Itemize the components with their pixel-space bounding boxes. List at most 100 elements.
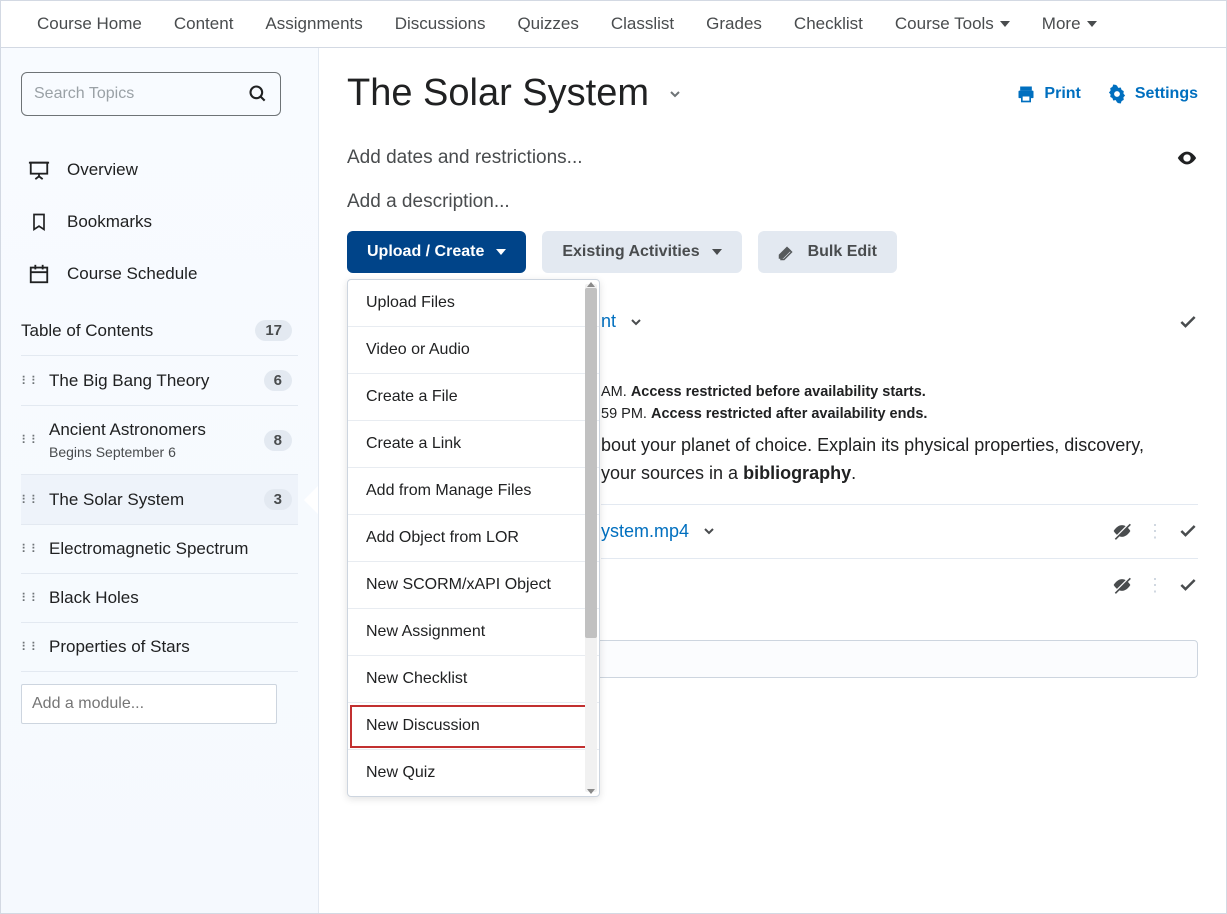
toc-header[interactable]: Table of Contents 17 — [21, 300, 298, 355]
chevron-down-icon — [496, 249, 506, 255]
nav-course-tools[interactable]: Course Tools — [879, 14, 1026, 34]
settings-button[interactable]: Settings — [1107, 84, 1198, 104]
nav-more[interactable]: More — [1026, 14, 1113, 34]
chevron-down-icon — [712, 249, 722, 255]
upload-create-dropdown: Upload Files Video or Audio Create a Fil… — [347, 279, 600, 797]
check-icon[interactable] — [1178, 575, 1198, 595]
nav-grades[interactable]: Grades — [690, 14, 778, 34]
action-button-row: Upload / Create Existing Activities Bulk… — [347, 231, 1198, 273]
toc-item-ancient-astronomers[interactable]: Ancient Astronomers Begins September 6 8 — [21, 405, 298, 474]
bulk-edit-button[interactable]: Bulk Edit — [758, 231, 897, 273]
content-item-link[interactable]: ystem.mp4 — [601, 521, 689, 542]
nav-checklist[interactable]: Checklist — [778, 14, 879, 34]
sidebar-overview[interactable]: Overview — [21, 144, 298, 196]
gear-icon — [1107, 84, 1127, 104]
dropdown-create-file[interactable]: Create a File — [348, 374, 599, 421]
toc-item-count: 8 — [264, 430, 292, 451]
content-item-assignment: nt AM. Access restricted before availabi… — [601, 295, 1198, 505]
presentation-icon — [27, 158, 51, 182]
chevron-down-icon — [1000, 21, 1010, 27]
toc-item-count: 6 — [264, 370, 292, 391]
toc-item-label: Ancient Astronomers Begins September 6 — [49, 420, 264, 460]
drag-handle-icon[interactable] — [21, 644, 39, 650]
drag-handle-icon[interactable] — [21, 437, 39, 443]
toc-item-em-spectrum[interactable]: Electromagnetic Spectrum — [21, 524, 298, 573]
toc-item-label: Electromagnetic Spectrum — [49, 539, 292, 559]
nav-classlist[interactable]: Classlist — [595, 14, 690, 34]
dropdown-video-audio[interactable]: Video or Audio — [348, 327, 599, 374]
content-item-link[interactable]: nt — [601, 311, 616, 332]
chevron-down-icon[interactable] — [701, 523, 717, 539]
dropdown-new-scorm[interactable]: New SCORM/xAPI Object — [348, 562, 599, 609]
dropdown-new-quiz[interactable]: New Quiz — [348, 750, 599, 796]
nav-quizzes[interactable]: Quizzes — [501, 14, 594, 34]
dropdown-add-lor[interactable]: Add Object from LOR — [348, 515, 599, 562]
sidebar: Overview Bookmarks Course Schedule Table… — [1, 48, 319, 913]
add-description-link[interactable]: Add a description... — [347, 191, 1198, 213]
chevron-down-icon[interactable] — [628, 314, 644, 330]
search-topics[interactable] — [21, 72, 281, 116]
calendar-icon — [27, 262, 51, 286]
dropdown-add-manage-files[interactable]: Add from Manage Files — [348, 468, 599, 515]
title-dropdown-toggle[interactable] — [667, 86, 683, 102]
more-options-icon[interactable]: ⋮ — [1146, 575, 1164, 596]
content-item-3: ⋮ — [601, 559, 1198, 612]
content-item-video: ystem.mp4 ⋮ — [601, 505, 1198, 559]
check-icon[interactable] — [1178, 521, 1198, 541]
toc-item-properties-of-stars[interactable]: Properties of Stars — [21, 622, 298, 672]
toc-item-label: Properties of Stars — [49, 637, 292, 657]
nav-assignments[interactable]: Assignments — [249, 14, 378, 34]
toc-count-badge: 17 — [255, 320, 292, 341]
dropdown-create-link[interactable]: Create a Link — [348, 421, 599, 468]
dropdown-new-discussion[interactable]: New Discussion — [348, 703, 599, 750]
sidebar-schedule-label: Course Schedule — [67, 264, 197, 284]
page-title: The Solar System — [347, 72, 649, 115]
toc-item-big-bang[interactable]: The Big Bang Theory 6 — [21, 355, 298, 405]
availability-start: AM. Access restricted before availabilit… — [601, 384, 1198, 400]
availability-end: 59 PM. Access restricted after availabil… — [601, 406, 1198, 422]
sidebar-bookmarks-label: Bookmarks — [67, 212, 152, 232]
add-dates-link[interactable]: Add dates and restrictions... — [347, 147, 1198, 169]
toc-item-black-holes[interactable]: Black Holes — [21, 573, 298, 622]
nav-course-home[interactable]: Course Home — [21, 14, 158, 34]
chevron-down-icon — [1087, 21, 1097, 27]
toc-item-subtext: Begins September 6 — [49, 444, 264, 460]
nav-discussions[interactable]: Discussions — [379, 14, 502, 34]
dropdown-new-checklist[interactable]: New Checklist — [348, 656, 599, 703]
dropdown-new-assignment[interactable]: New Assignment — [348, 609, 599, 656]
search-input[interactable] — [34, 85, 248, 103]
print-icon — [1016, 84, 1036, 104]
sidebar-schedule[interactable]: Course Schedule — [21, 248, 298, 300]
bookmark-icon — [27, 210, 51, 234]
drag-handle-icon[interactable] — [21, 497, 39, 503]
search-icon[interactable] — [248, 84, 268, 104]
more-options-icon[interactable]: ⋮ — [1146, 521, 1164, 542]
print-button[interactable]: Print — [1016, 84, 1080, 104]
existing-activities-button[interactable]: Existing Activities — [542, 231, 741, 273]
toc-item-count: 3 — [264, 489, 292, 510]
settings-label: Settings — [1135, 85, 1198, 103]
scroll-up-icon[interactable] — [587, 282, 595, 287]
toc-item-label: The Big Bang Theory — [49, 371, 264, 391]
toc-item-label: The Solar System — [49, 490, 264, 510]
nav-content[interactable]: Content — [158, 14, 250, 34]
dropdown-upload-files[interactable]: Upload Files — [348, 280, 599, 327]
drag-handle-icon[interactable] — [21, 378, 39, 384]
check-icon[interactable] — [1178, 312, 1198, 332]
upload-create-button[interactable]: Upload / Create — [347, 231, 526, 273]
main-content: The Solar System Print Settings — [319, 48, 1226, 913]
add-module-input[interactable] — [21, 684, 277, 724]
drag-handle-icon[interactable] — [21, 595, 39, 601]
toc-item-solar-system[interactable]: The Solar System 3 — [21, 474, 298, 524]
scrollbar-thumb[interactable] — [585, 288, 597, 638]
hidden-icon[interactable] — [1112, 575, 1132, 595]
scrollbar[interactable] — [585, 284, 597, 792]
top-navbar: Course Home Content Assignments Discussi… — [1, 1, 1226, 48]
edit-icon — [778, 243, 796, 261]
drag-handle-icon[interactable] — [21, 546, 39, 552]
hidden-icon[interactable] — [1112, 521, 1132, 541]
sidebar-bookmarks[interactable]: Bookmarks — [21, 196, 298, 248]
toc-item-label: Black Holes — [49, 588, 292, 608]
scroll-down-icon[interactable] — [587, 789, 595, 794]
visibility-icon[interactable] — [1176, 147, 1198, 169]
